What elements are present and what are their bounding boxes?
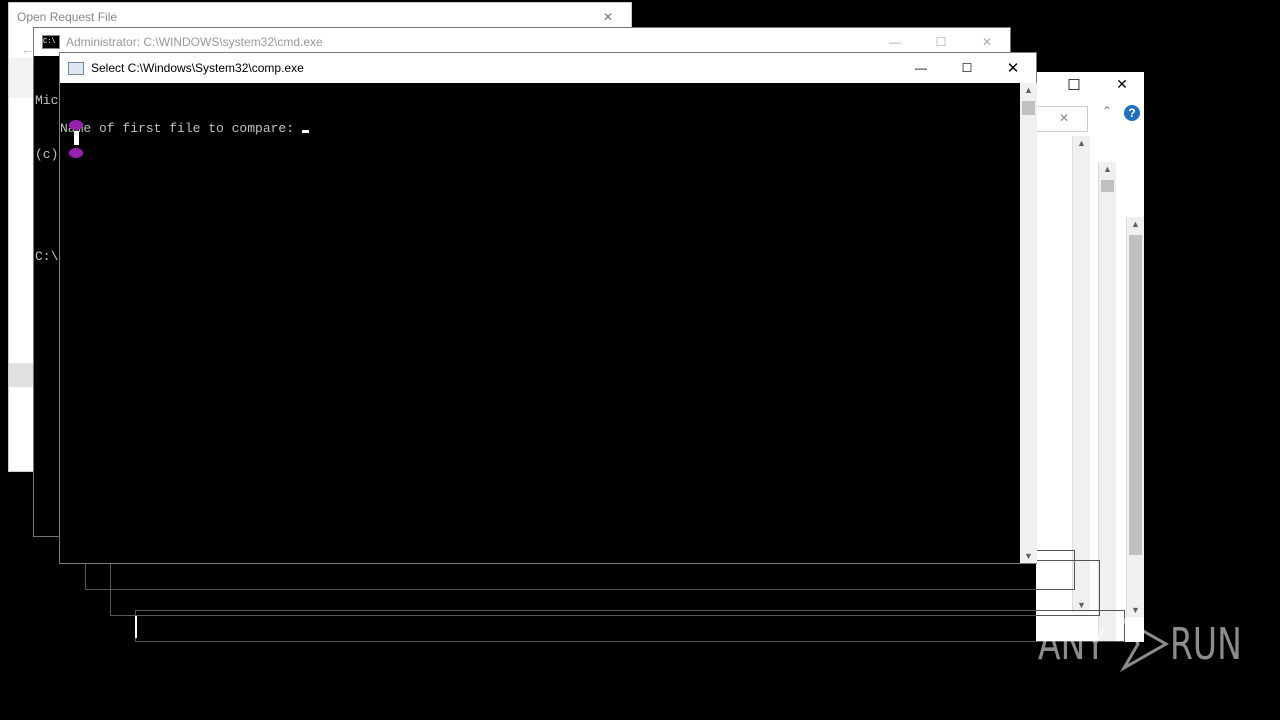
scroll-down-arrow-icon[interactable]: ▼: [1020, 551, 1037, 561]
open-request-file-title: Open Request File: [17, 10, 118, 24]
background-console-outline-b: [110, 560, 1100, 616]
close-icon: ✕: [981, 35, 993, 49]
close-icon: ✕: [1116, 76, 1128, 92]
close-icon: ✕: [1006, 60, 1020, 77]
cmd-title: Administrator: C:\WINDOWS\system32\cmd.e…: [66, 35, 323, 49]
cmd-icon: C:\: [42, 35, 60, 49]
console-cursor: [301, 130, 309, 133]
help-glyph: ?: [1128, 106, 1136, 120]
background-scrollbar-c[interactable]: ▲ ▼: [1126, 217, 1144, 617]
comp-maximize-button[interactable]: ☐: [944, 53, 990, 83]
comp-titlebar: Select C:\Windows\System32\comp.exe — ☐ …: [60, 53, 1036, 83]
minimize-icon: —: [915, 61, 927, 75]
maximize-icon: ☐: [1067, 77, 1081, 94]
comp-prompt: Name of first file to compare:: [60, 121, 302, 136]
help-icon[interactable]: ?: [1124, 105, 1140, 121]
maximize-icon: ☐: [935, 35, 947, 49]
scroll-up-arrow-icon[interactable]: ▲: [1020, 85, 1037, 95]
scroll-up-arrow-icon[interactable]: ▲: [1127, 219, 1144, 229]
nested-dialog: ✕: [1036, 106, 1088, 132]
watermark-text-left: ANY: [1038, 618, 1106, 670]
play-logo-icon: [1119, 615, 1169, 673]
ribbon-collapse-icon[interactable]: ⌃: [1102, 104, 1112, 118]
close-icon: ✕: [602, 10, 614, 24]
nested-dialog-close-icon[interactable]: ✕: [1059, 111, 1069, 125]
scroll-thumb[interactable]: [1129, 235, 1142, 555]
background-scrollbar-a[interactable]: ▲ ▼: [1072, 136, 1090, 612]
scroll-up-arrow-icon[interactable]: ▲: [1099, 164, 1116, 174]
scroll-thumb[interactable]: [1101, 180, 1114, 192]
busy-cursor-icon: [69, 120, 83, 158]
scroll-thumb[interactable]: [1022, 101, 1035, 115]
comp-title: Select C:\Windows\System32\comp.exe: [91, 61, 304, 75]
background-scrollbar-b[interactable]: ▲: [1098, 162, 1116, 642]
maximize-icon: ☐: [961, 61, 973, 75]
background-console-outline-c: [135, 610, 1125, 642]
maximize-button[interactable]: ☐: [1064, 76, 1084, 96]
minimize-icon: —: [889, 35, 901, 49]
watermark-text-right: RUN: [1169, 618, 1242, 670]
close-button[interactable]: ✕: [1112, 76, 1132, 96]
comp-minimize-button[interactable]: —: [898, 53, 944, 83]
comp-close-button[interactable]: ✕: [990, 53, 1036, 83]
comp-scrollbar[interactable]: ▲ ▼: [1020, 83, 1037, 563]
text-cursor: [135, 616, 137, 638]
comp-console[interactable]: Name of first file to compare:: [60, 83, 1020, 563]
console-app-icon: [68, 61, 84, 75]
anyrun-watermark: ANY RUN: [1038, 614, 1266, 674]
scroll-up-arrow-icon[interactable]: ▲: [1073, 138, 1090, 148]
comp-window: Select C:\Windows\System32\comp.exe — ☐ …: [59, 52, 1037, 564]
